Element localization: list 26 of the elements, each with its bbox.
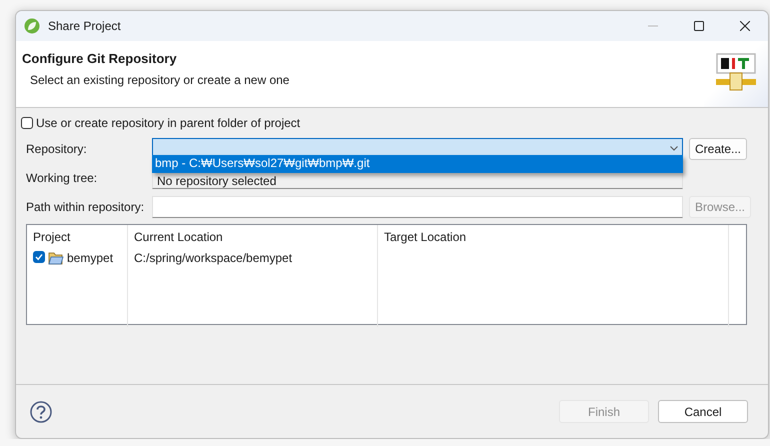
close-icon[interactable] bbox=[740, 21, 750, 31]
column-header[interactable]: Project bbox=[27, 225, 128, 249]
table-cell: bemypet bbox=[67, 251, 114, 265]
folder-icon bbox=[48, 251, 64, 265]
field-label: Repository: bbox=[25, 142, 88, 156]
checkbox[interactable] bbox=[33, 251, 45, 263]
field-label: Working tree: bbox=[25, 170, 98, 184]
maximize-icon[interactable] bbox=[694, 21, 704, 31]
path-input-field[interactable] bbox=[152, 196, 683, 218]
dropdown-option[interactable]: bmp - C:₩Users₩sol27₩git₩bmp₩.git bbox=[152, 155, 683, 173]
checkbox[interactable] bbox=[21, 117, 33, 129]
dialog-button[interactable]: Cancel bbox=[658, 400, 748, 423]
column-header[interactable]: Current Location bbox=[128, 225, 378, 249]
git-repository-icon bbox=[716, 53, 756, 91]
create-button[interactable]: Create... bbox=[689, 138, 748, 160]
help-icon[interactable] bbox=[30, 400, 52, 422]
chevron-down-icon bbox=[670, 146, 678, 151]
field-label: Path within repository: bbox=[25, 200, 146, 214]
table-cell: C:/spring/workspace/bemypet bbox=[128, 249, 378, 327]
window-title: Share Project bbox=[48, 19, 122, 33]
leaf-icon bbox=[24, 18, 40, 34]
column-header[interactable]: Target Location bbox=[378, 225, 729, 249]
page-title: Configure Git Repository bbox=[22, 51, 178, 66]
check-icon bbox=[35, 253, 43, 261]
checkbox-label: Use or create repository in parent folder of project bbox=[36, 116, 300, 130]
page-description: Select an existing repository or create a new one bbox=[30, 73, 290, 87]
